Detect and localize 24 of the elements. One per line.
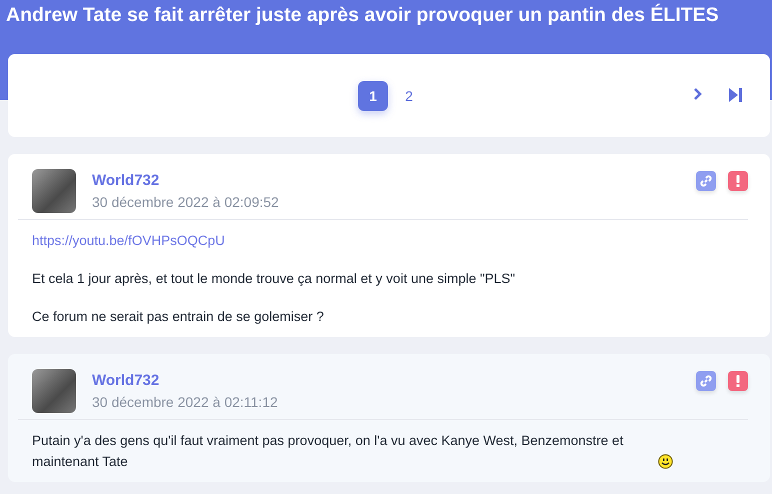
author-name[interactable]: World732 — [92, 372, 160, 389]
post-date: 30 décembre 2022 à 02:09:52 — [92, 194, 280, 210]
page-button[interactable]: 2 — [394, 81, 424, 111]
permalink-button[interactable] — [696, 171, 716, 191]
post-text: Putain y'a des gens qu'il faut vraiment pas provoquer, on l'a vu avec Kanye West, Benzemonstre et maintenant Tate — [32, 432, 624, 471]
exclamation-icon — [736, 375, 740, 387]
page-title: Andrew Tate se fait arrêter juste après avoir provoquer un pantin des ÉLITES — [6, 2, 720, 27]
author-name[interactable]: World732 — [92, 172, 160, 189]
avatar-photo — [32, 169, 76, 213]
avatar-photo — [32, 369, 76, 413]
post-text: Ce forum ne serait pas entrain de se golemiser ? — [32, 308, 325, 326]
chevron-right-icon[interactable] — [692, 87, 704, 101]
exclamation-icon — [736, 175, 740, 187]
video-link[interactable]: https://youtu.be/fOVHPsOQCpU — [32, 233, 225, 248]
report-button[interactable] — [728, 371, 748, 391]
post-date: 30 décembre 2022 à 02:11:12 — [92, 394, 279, 410]
report-button[interactable] — [728, 171, 748, 191]
smiley-icon — [658, 454, 673, 469]
permalink-button[interactable] — [696, 371, 716, 391]
skip-to-end-icon[interactable] — [728, 87, 743, 103]
post-text: Et cela 1 jour après, et tout le monde trouve ça normal et y voit une simple "PLS" — [32, 270, 516, 288]
link-icon — [700, 175, 712, 187]
page-button[interactable]: 1 — [358, 81, 388, 111]
link-icon — [700, 375, 712, 387]
